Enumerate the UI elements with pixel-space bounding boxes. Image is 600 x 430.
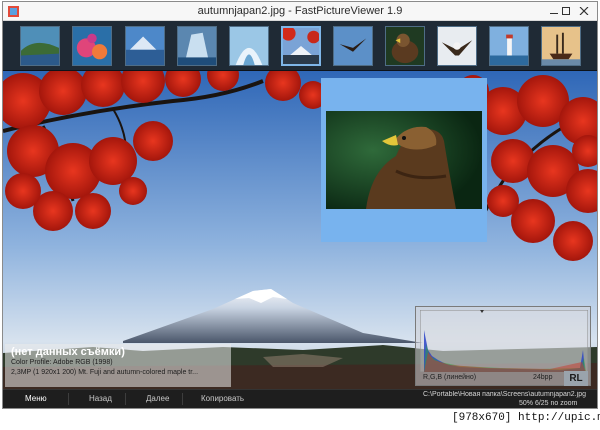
- separator: [182, 393, 183, 405]
- upload-watermark: [978x670] http://upic.me/: [452, 412, 600, 424]
- histogram-mode-label: R,G,B (линейно): [423, 374, 477, 381]
- next-button[interactable]: Далее: [146, 394, 169, 403]
- thumb-coral[interactable]: [72, 26, 112, 66]
- image-viewer[interactable]: (нет данных съёмки) Color Profile: Adobe…: [3, 71, 597, 389]
- thumbnail-strip: [3, 21, 597, 71]
- thumb-mountain-lake[interactable]: [125, 26, 165, 66]
- histogram-panel: R,G,B (линейно) 24bpp RL: [415, 306, 591, 386]
- exif-overlay: (нет данных съёмки) Color Profile: Adobe…: [5, 344, 231, 387]
- exif-details: 2,3MP (1 920x1 200) Mt. Fuji and autumn-…: [11, 369, 199, 376]
- copy-button[interactable]: Копировать: [201, 394, 244, 403]
- thumb-eagle[interactable]: [385, 26, 425, 66]
- preview-panel: [321, 78, 487, 242]
- file-path: C:\Portable\Новая папка\Screens\autumnja…: [423, 391, 586, 398]
- thumb-autumnjapan2[interactable]: [281, 26, 321, 66]
- thumb-eagle-wings[interactable]: [437, 26, 477, 66]
- preview-image: [326, 111, 482, 209]
- title-bar: autumnjapan2.jpg - FastPictureViewer 1.9: [3, 2, 597, 21]
- app-window: autumnjapan2.jpg - FastPictureViewer 1.9: [2, 1, 598, 409]
- histogram-bpp: 24bpp: [533, 374, 553, 381]
- exif-color-profile: Color Profile: Adobe RGB (1998): [11, 359, 113, 366]
- status-bar: Меню Назад Далее Копировать C:\Portable\…: [3, 389, 597, 408]
- maximize-icon: [562, 7, 570, 15]
- close-button[interactable]: [571, 2, 597, 20]
- exif-title: (нет данных съёмки): [11, 346, 125, 358]
- histogram-chart: [420, 310, 588, 372]
- window-title: autumnjapan2.jpg - FastPictureViewer 1.9: [197, 5, 403, 17]
- thumb-coast[interactable]: [20, 26, 60, 66]
- thumb-ship[interactable]: [541, 26, 581, 66]
- thumb-lighthouse[interactable]: [489, 26, 529, 66]
- thumb-bird-flying[interactable]: [333, 26, 373, 66]
- thumb-ice-cave[interactable]: [229, 26, 269, 66]
- separator: [125, 393, 126, 405]
- close-icon: [579, 6, 589, 16]
- histogram-logo: RL: [564, 371, 588, 386]
- back-button[interactable]: Назад: [89, 394, 112, 403]
- thumb-iceberg[interactable]: [177, 26, 217, 66]
- zoom-and-position: 50% 6/25 no zoom: [519, 400, 578, 407]
- menu-button[interactable]: Меню: [25, 394, 47, 403]
- separator: [68, 393, 69, 405]
